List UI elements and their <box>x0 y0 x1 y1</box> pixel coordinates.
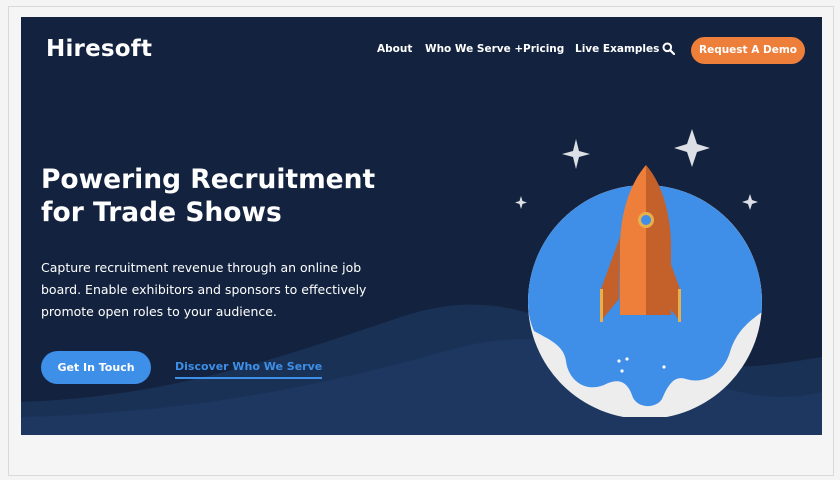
nav-pricing[interactable]: Pricing <box>523 43 564 59</box>
nav-live-examples[interactable]: Live Examples <box>575 43 659 59</box>
brand-logo[interactable]: Hiresoft <box>46 36 152 62</box>
hero-section: Hiresoft About Who We Serve + Pricing Li… <box>21 17 822 435</box>
sparkle-icon <box>674 129 710 167</box>
get-in-touch-button[interactable]: Get In Touch <box>41 351 151 384</box>
request-demo-button[interactable]: Request A Demo <box>691 37 805 64</box>
nav-about[interactable]: About <box>377 43 412 59</box>
sparkle-icon <box>742 194 758 210</box>
hero-headline: Powering Recruitment for Trade Shows <box>41 164 376 228</box>
nav-who-we-serve[interactable]: Who We Serve + <box>425 43 523 59</box>
sparkle-icon <box>562 139 590 169</box>
discover-who-we-serve-link[interactable]: Discover Who We Serve <box>175 360 323 379</box>
hero-subtext: Capture recruitment revenue through an o… <box>41 260 367 319</box>
search-icon[interactable] <box>662 42 675 55</box>
rocket-launch-illustration <box>515 129 762 417</box>
sparkle-icon <box>515 196 527 209</box>
